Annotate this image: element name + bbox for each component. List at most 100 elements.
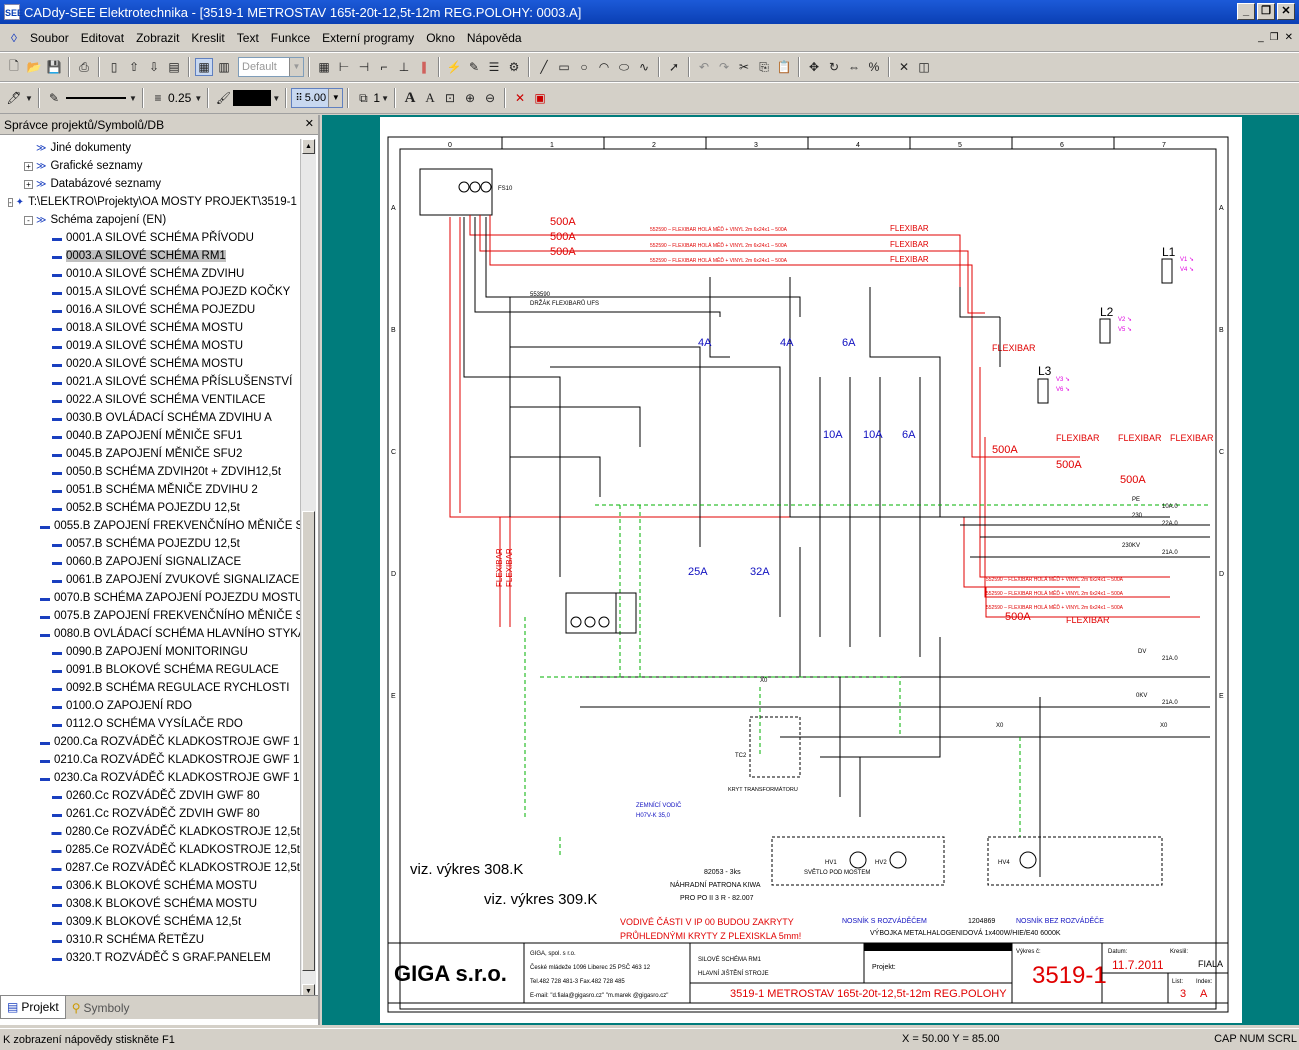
menu-externi-programy[interactable]: Externí programy bbox=[316, 31, 420, 45]
restore-button[interactable]: ❐ bbox=[1257, 3, 1275, 20]
tree-item[interactable]: ▬ 0060.B ZAPOJENÍ SIGNALIZACE bbox=[0, 553, 300, 571]
table-icon[interactable]: ▥ bbox=[215, 58, 233, 76]
tree-item[interactable]: ▬ 0020.A SILOVÉ SCHÉMA MOSTU bbox=[0, 355, 300, 373]
tree-scrollbar[interactable]: ▲ ▼ bbox=[300, 139, 316, 999]
symbol-edit-icon[interactable]: ✎ bbox=[465, 58, 483, 76]
tree-item[interactable]: ▬ 0080.B OVLÁDACÍ SCHÉMA HLAVNÍHO STYKAČE bbox=[0, 625, 300, 643]
text-large-icon[interactable]: A bbox=[401, 89, 419, 107]
tree-item[interactable]: ▬ 0309.K BLOKOVÉ SCHÉMA 12,5t bbox=[0, 913, 300, 931]
chevron-down-icon[interactable]: ▼ bbox=[381, 89, 389, 107]
grid-icon[interactable]: ▦ bbox=[315, 58, 333, 76]
tree-item[interactable]: ▬ 0045.B ZAPOJENÍ MĚNIČE SFU2 bbox=[0, 445, 300, 463]
collapse-icon[interactable]: - bbox=[8, 197, 13, 207]
scale-icon[interactable]: % bbox=[865, 58, 883, 76]
new-file-icon[interactable]: 🗋 bbox=[5, 58, 23, 76]
tree-item[interactable]: ▬ 0055.B ZAPOJENÍ FREKVENČNÍHO MĚNIČE SFU… bbox=[0, 517, 300, 535]
minimize-button[interactable]: _ bbox=[1237, 3, 1255, 20]
grid-combo[interactable]: ⠿ 5.00 ▼ bbox=[291, 88, 344, 108]
cut-icon[interactable]: ✂ bbox=[735, 58, 753, 76]
properties-icon[interactable]: ▦ bbox=[195, 58, 213, 76]
collapse-icon[interactable]: - bbox=[24, 215, 33, 225]
chevron-down-icon[interactable]: ▼ bbox=[25, 89, 33, 107]
layers-icon[interactable]: ▤ bbox=[165, 58, 183, 76]
chevron-down-icon[interactable]: ▼ bbox=[272, 89, 280, 107]
connector-icon[interactable]: ⊢ bbox=[335, 58, 353, 76]
tree-item[interactable]: ▬ 0022.A SILOVÉ SCHÉMA VENTILACE bbox=[0, 391, 300, 409]
copy-icon[interactable]: ⎘ bbox=[755, 58, 773, 76]
tree-item[interactable]: ▬ 0092.B SCHÉMA REGULACE RYCHLOSTI bbox=[0, 679, 300, 697]
tree-item[interactable]: ▬ 0040.B ZAPOJENÍ MĚNIČE SFU1 bbox=[0, 427, 300, 445]
tree-item[interactable]: ▬ 0016.A SILOVÉ SCHÉMA POJEZDU bbox=[0, 301, 300, 319]
tree-item[interactable]: - ✦ T:\ELEKTRO\Projekty\OA MOSTY PROJEKT\3… bbox=[0, 193, 300, 211]
chevron-down-icon[interactable]: ▼ bbox=[328, 89, 343, 107]
tree-item[interactable]: ▬ 0090.B ZAPOJENÍ MONITORINGU bbox=[0, 643, 300, 661]
menu-soubor[interactable]: Soubor bbox=[24, 31, 75, 45]
arrow-down-icon[interactable]: ⇩ bbox=[145, 58, 163, 76]
tree-item[interactable]: ▬ 0210.Ca ROZVÁDĚČ KLADKOSTROJE GWF 160 bbox=[0, 751, 300, 769]
document-icon[interactable]: ◊ bbox=[5, 29, 23, 47]
tree-item[interactable]: ▬ 0018.A SILOVÉ SCHÉMA MOSTU bbox=[0, 319, 300, 337]
menu-kreslit[interactable]: Kreslit bbox=[185, 31, 230, 45]
chevron-down-icon[interactable]: ▼ bbox=[194, 89, 202, 107]
curve-icon[interactable]: ∿ bbox=[635, 58, 653, 76]
tree-item[interactable]: ▬ 0200.Ca ROZVÁDĚČ KLADKOSTROJE GWF 160 bbox=[0, 733, 300, 751]
layer-value[interactable]: 1 bbox=[373, 91, 380, 105]
tree-item[interactable]: ▬ 0112.O SCHÉMA VYSÍLAČE RDO bbox=[0, 715, 300, 733]
mdi-close-icon[interactable]: ✕ bbox=[1285, 32, 1293, 43]
wire-icon[interactable]: ⊣ bbox=[355, 58, 373, 76]
redo-icon[interactable]: ↷ bbox=[715, 58, 733, 76]
paste-icon[interactable]: 📋 bbox=[775, 58, 793, 76]
panel-close-icon[interactable]: ✕ bbox=[305, 117, 314, 130]
symbol-list-icon[interactable]: ☰ bbox=[485, 58, 503, 76]
tree-item[interactable]: ≫ Jiné dokumenty bbox=[0, 139, 300, 157]
tree-item[interactable]: - ≫ Schéma zapojení (EN) bbox=[0, 211, 300, 229]
open-file-icon[interactable]: 📂 bbox=[25, 58, 43, 76]
line-width-icon[interactable]: ≡ bbox=[149, 89, 167, 107]
tree-item[interactable]: ▬ 0050.B SCHÉMA ZDVIH20t + ZDVIH12,5t bbox=[0, 463, 300, 481]
save-icon[interactable]: 💾 bbox=[45, 58, 63, 76]
tree-item[interactable]: ▬ 0306.K BLOKOVÉ SCHÉMA MOSTU bbox=[0, 877, 300, 895]
tree-item[interactable]: ▬ 0015.A SILOVÉ SCHÉMA POJEZD KOČKY bbox=[0, 283, 300, 301]
pen-color-icon[interactable]: 🖊 bbox=[5, 89, 23, 107]
mirror-icon[interactable]: ⇔ bbox=[845, 58, 863, 76]
tree-item[interactable]: ▬ 0261.Cc ROZVÁDĚČ ZDVIH GWF 80 bbox=[0, 805, 300, 823]
menu-text[interactable]: Text bbox=[231, 31, 265, 45]
layer-icon[interactable]: ⧉ bbox=[354, 89, 372, 107]
menu-funkce[interactable]: Funkce bbox=[265, 31, 316, 45]
tree-item[interactable]: ▬ 0021.A SILOVÉ SCHÉMA PŘÍSLUŠENSTVÍ bbox=[0, 373, 300, 391]
tree-item[interactable]: ▬ 0075.B ZAPOJENÍ FREKVENČNÍHO MĚNIČE SFU… bbox=[0, 607, 300, 625]
mdi-minimize-icon[interactable]: _ bbox=[1258, 32, 1264, 43]
expand-icon[interactable]: + bbox=[24, 161, 33, 171]
symbol-insert-icon[interactable]: ⚡ bbox=[445, 58, 463, 76]
tree-item[interactable]: ▬ 0091.B BLOKOVÉ SCHÉMA REGULACE bbox=[0, 661, 300, 679]
close-button[interactable]: ✕ bbox=[1277, 3, 1295, 20]
arc-icon[interactable]: ◠ bbox=[595, 58, 613, 76]
tree-item[interactable]: ▬ 0260.Cc ROZVÁDĚČ ZDVIH GWF 80 bbox=[0, 787, 300, 805]
arrow-up-icon[interactable]: ⇧ bbox=[125, 58, 143, 76]
menu-editovat[interactable]: Editovat bbox=[75, 31, 130, 45]
undo-icon[interactable]: ↶ bbox=[695, 58, 713, 76]
wire-end-icon[interactable]: ⌐ bbox=[375, 58, 393, 76]
mdi-restore-icon[interactable]: ❐ bbox=[1270, 32, 1279, 43]
tree-item[interactable]: ▬ 0285.Ce ROZVÁDĚČ KLADKOSTROJE 12,5t bbox=[0, 841, 300, 859]
tree-item[interactable]: ▬ 0052.B SCHÉMA POJEZDU 12,5t bbox=[0, 499, 300, 517]
tree-item[interactable]: ▬ 0030.B OVLÁDACÍ SCHÉMA ZDVIHU A bbox=[0, 409, 300, 427]
tree-item[interactable]: ▬ 0308.K BLOKOVÉ SCHÉMA MOSTU bbox=[0, 895, 300, 913]
tree-item[interactable]: ▬ 0320.T ROZVÁDĚČ S GRAF.PANELEM bbox=[0, 949, 300, 967]
tree-item[interactable]: ▬ 0280.Ce ROZVÁDĚČ KLADKOSTROJE 12,5t bbox=[0, 823, 300, 841]
tree-item[interactable]: ▬ 0057.B SCHÉMA POJEZDU 12,5t bbox=[0, 535, 300, 553]
color-swatch[interactable] bbox=[233, 90, 272, 106]
page-icon[interactable]: ▯ bbox=[105, 58, 123, 76]
tree-item[interactable]: + ≫ Grafické seznamy bbox=[0, 157, 300, 175]
style-combo[interactable]: Default ▼ bbox=[238, 57, 304, 77]
delete-icon[interactable]: ✕ bbox=[895, 58, 913, 76]
expand-icon[interactable]: + bbox=[24, 179, 33, 189]
line-style-icon[interactable]: ✎ bbox=[45, 89, 63, 107]
line-width-value[interactable]: 0.25 bbox=[168, 91, 191, 105]
move-icon[interactable]: ✥ bbox=[805, 58, 823, 76]
tree-item[interactable]: ▬ 0051.B SCHÉMA MĚNIČE ZDVIHU 2 bbox=[0, 481, 300, 499]
circle-icon[interactable]: ○ bbox=[575, 58, 593, 76]
frame-icon[interactable]: ▣ bbox=[531, 89, 549, 107]
line-style-preview[interactable] bbox=[66, 97, 126, 99]
tree-item[interactable]: ▬ 0010.A SILOVÉ SCHÉMA ZDVIHU bbox=[0, 265, 300, 283]
